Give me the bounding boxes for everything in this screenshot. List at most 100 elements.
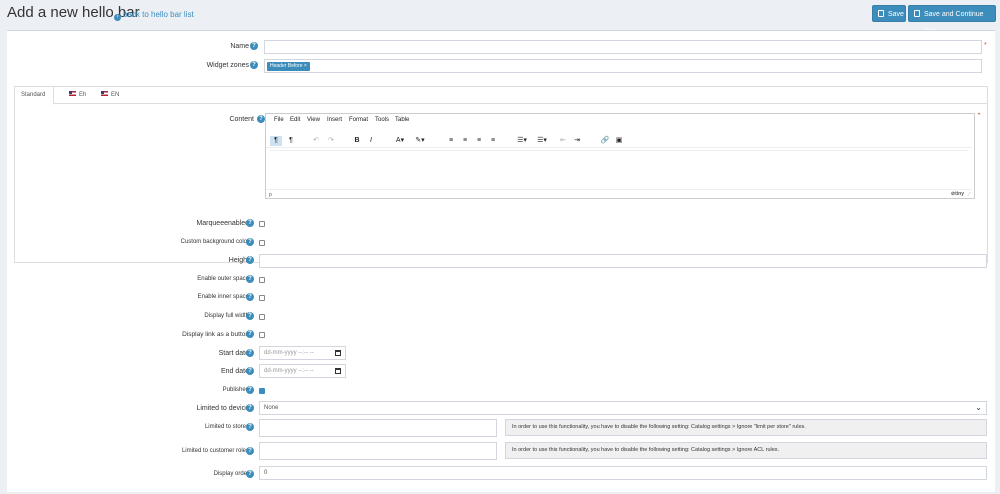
bullet-list-icon[interactable]: ☰▾: [514, 136, 530, 146]
end-date-label: End date: [220, 368, 249, 375]
link-icon[interactable]: 🔗: [600, 136, 610, 146]
indent-icon[interactable]: ⇥: [572, 136, 582, 146]
name-label: Name: [230, 43, 249, 50]
inner-space-label: Enable inner space: [197, 294, 249, 300]
help-icon[interactable]: ?: [246, 470, 254, 478]
form-card: Name ? * Widget zones ? Header Before × …: [7, 30, 995, 492]
highlight-color-icon[interactable]: ✎▾: [412, 136, 428, 146]
image-icon[interactable]: ▣: [614, 136, 624, 146]
height-input[interactable]: [259, 254, 987, 268]
calendar-icon[interactable]: [335, 350, 341, 356]
stores-input[interactable]: [259, 419, 497, 437]
tab-eh[interactable]: Eh: [63, 87, 92, 104]
undo-icon[interactable]: ↶: [311, 136, 321, 146]
content-label: Content: [229, 116, 254, 123]
help-icon[interactable]: ?: [246, 423, 254, 431]
device-label: Limited to device: [196, 405, 249, 412]
tab-label: EN: [111, 92, 120, 98]
italic-icon[interactable]: I: [366, 136, 376, 146]
floppy-icon: [914, 10, 920, 17]
help-icon[interactable]: ?: [246, 312, 254, 320]
menu-table[interactable]: Table: [395, 117, 409, 123]
help-icon[interactable]: ?: [246, 293, 254, 301]
display-order-input[interactable]: 0: [259, 466, 987, 480]
marquee-checkbox[interactable]: [259, 221, 265, 227]
arrow-left-circle-icon: ‹: [114, 14, 121, 21]
full-width-checkbox[interactable]: [259, 314, 265, 320]
menu-insert[interactable]: Insert: [327, 117, 342, 123]
align-justify-icon[interactable]: ≡: [488, 136, 498, 146]
rtl-icon[interactable]: ¶: [286, 136, 296, 146]
menu-view[interactable]: View: [307, 117, 320, 123]
customer-roles-label: Limited to customer roles: [181, 448, 249, 454]
end-date-input[interactable]: dd-mm-yyyy --:-- --: [259, 364, 346, 378]
custom-bg-checkbox[interactable]: [259, 240, 265, 246]
help-icon[interactable]: ?: [246, 386, 254, 394]
device-select[interactable]: None ⌄: [259, 401, 987, 415]
save-button[interactable]: Save: [872, 5, 906, 22]
help-icon[interactable]: ?: [246, 219, 254, 227]
save-button-label: Save: [888, 11, 904, 18]
bold-icon[interactable]: B: [352, 136, 362, 146]
help-icon[interactable]: ?: [250, 42, 258, 50]
help-icon[interactable]: ?: [246, 404, 254, 412]
inner-space-checkbox[interactable]: [259, 295, 265, 301]
required-indicator: •: [978, 112, 981, 118]
menu-edit[interactable]: Edit: [290, 117, 300, 123]
widget-zones-input[interactable]: [264, 59, 982, 73]
full-width-label: Display full width: [204, 313, 249, 319]
link-button-checkbox[interactable]: [259, 332, 265, 338]
menu-file[interactable]: File: [274, 117, 284, 123]
help-icon[interactable]: ?: [246, 238, 254, 246]
help-icon[interactable]: ?: [246, 275, 254, 283]
widget-zone-tag[interactable]: Header Before ×: [267, 62, 310, 71]
customer-roles-input[interactable]: [259, 442, 497, 460]
redo-icon[interactable]: ↷: [326, 136, 336, 146]
save-continue-button[interactable]: Save and Continue Edit: [908, 5, 996, 35]
back-link-label: back to hello bar list: [123, 10, 194, 19]
tiny-brand-logo: ⊘tiny: [950, 191, 964, 197]
outer-space-label: Enable outer space: [197, 276, 249, 282]
widget-zones-label: Widget zones: [206, 62, 249, 69]
tab-en[interactable]: EN: [95, 87, 125, 104]
help-icon[interactable]: ?: [246, 367, 254, 375]
editor-toolbar: ¶ ¶ ↶ ↷ B I A▾ ✎▾ ≡ ≡ ≡ ≡ ☰▾ ☰▾ ⇤ ⇥ 🔗 ▣: [266, 134, 972, 148]
published-checkbox[interactable]: [259, 388, 265, 394]
outer-space-checkbox[interactable]: [259, 277, 265, 283]
help-icon[interactable]: ?: [246, 256, 254, 264]
numbered-list-icon[interactable]: ☰▾: [534, 136, 550, 146]
resize-handle-icon[interactable]: ⟋: [967, 192, 971, 198]
tab-label: Standard: [21, 92, 46, 98]
text-color-icon[interactable]: A▾: [392, 136, 408, 146]
ltr-icon[interactable]: ¶: [270, 136, 282, 146]
name-input[interactable]: [264, 40, 982, 54]
required-indicator: *: [984, 42, 987, 49]
tab-standard[interactable]: Standard: [15, 87, 54, 105]
outdent-icon[interactable]: ⇤: [558, 136, 568, 146]
calendar-icon[interactable]: [335, 368, 341, 374]
start-date-input[interactable]: dd-mm-yyyy --:-- --: [259, 346, 346, 360]
tab-label: Eh: [79, 92, 87, 98]
page-header: Add a new hello bar ‹ back to hello bar l…: [0, 0, 1000, 35]
element-path: p: [269, 192, 272, 198]
help-icon[interactable]: ?: [250, 61, 258, 69]
end-date-placeholder: dd-mm-yyyy --:-- --: [264, 368, 314, 374]
start-date-label: Start date: [218, 350, 249, 357]
stores-label: Limited to stores: [204, 424, 249, 430]
help-icon[interactable]: ?: [246, 349, 254, 357]
floppy-icon: [878, 10, 884, 17]
align-center-icon[interactable]: ≡: [460, 136, 470, 146]
back-to-list-link[interactable]: ‹ back to hello bar list: [114, 10, 194, 21]
align-left-icon[interactable]: ≡: [446, 136, 456, 146]
menu-tools[interactable]: Tools: [375, 117, 389, 123]
editor-content-area[interactable]: [270, 150, 968, 185]
chevron-down-icon: ⌄: [975, 403, 982, 412]
menu-format[interactable]: Format: [349, 117, 368, 123]
help-icon[interactable]: ?: [257, 115, 265, 123]
align-right-icon[interactable]: ≡: [474, 136, 484, 146]
tag-remove-icon[interactable]: ×: [304, 63, 307, 69]
help-icon[interactable]: ?: [246, 330, 254, 338]
help-icon[interactable]: ?: [246, 447, 254, 455]
customer-roles-setting-note: In order to use this functionality, you …: [505, 442, 987, 459]
link-button-label: Display link as a button: [182, 331, 249, 338]
